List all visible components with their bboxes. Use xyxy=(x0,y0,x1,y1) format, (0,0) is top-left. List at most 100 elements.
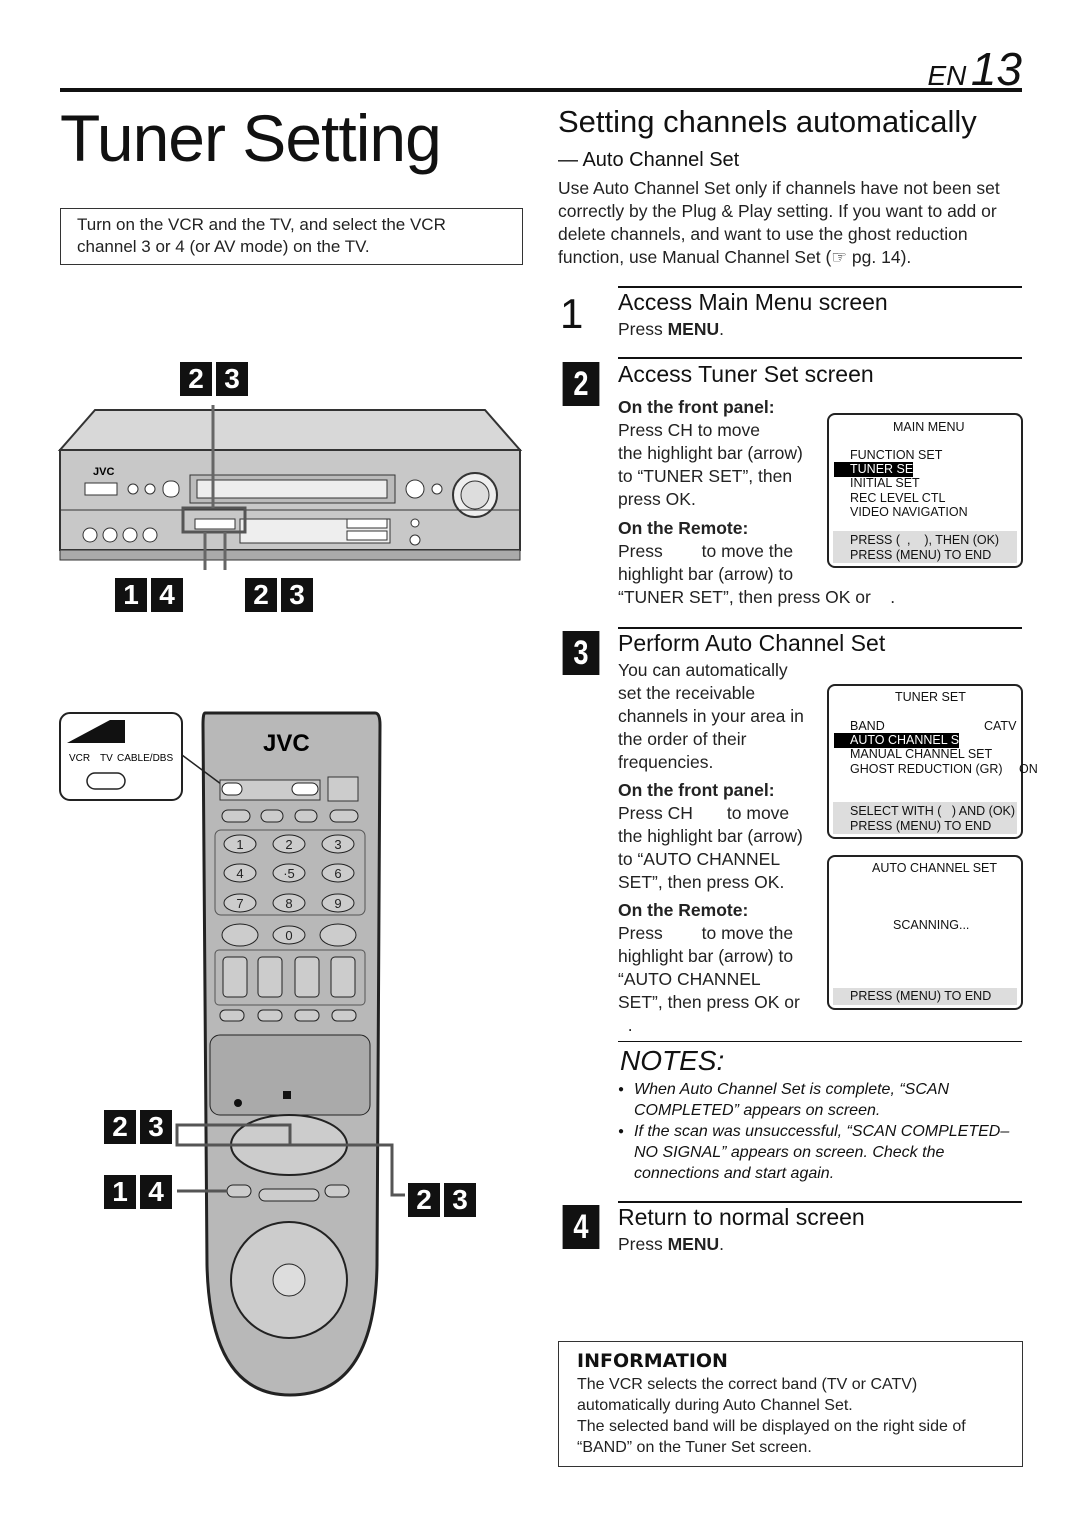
callout-label-1-4: 14 xyxy=(115,578,183,612)
step1-number: 1 xyxy=(560,290,584,337)
label-digit: 2 xyxy=(245,578,277,612)
label-digit: 4 xyxy=(140,1175,172,1209)
footer-line: PRESS (MENU) TO END xyxy=(850,818,992,833)
step2-line: Press to move the xyxy=(618,541,794,561)
step1-heading: Access Main Menu screen xyxy=(618,289,888,315)
notes-list: When Auto Channel Set is complete, “SCAN… xyxy=(618,1079,1018,1184)
menu-item: FUNCTION SET xyxy=(850,448,943,462)
step2-line: press OK. xyxy=(618,489,696,509)
remote-label: On the Remote: xyxy=(618,900,749,920)
key-9: 9 xyxy=(334,896,341,911)
key-4: 4 xyxy=(236,866,243,881)
section-paragraph: Use Auto Channel Set only if channels ha… xyxy=(558,178,1000,267)
language-code: EN xyxy=(927,60,967,91)
label-digit: 3 xyxy=(140,1110,172,1144)
vcr-brand: JVC xyxy=(93,466,114,478)
step3-heading: Perform Auto Channel Set xyxy=(618,630,886,656)
footer-line: PRESS ( , ), THEN (OK) xyxy=(850,533,1000,547)
footer-line: PRESS (MENU) TO END xyxy=(850,547,992,562)
label-digit: 4 xyxy=(151,578,183,612)
step2-line: “TUNER SET”, then press OK or . xyxy=(618,587,896,607)
information-line: The selected band will be displayed on t… xyxy=(577,1418,966,1456)
step2-rule xyxy=(618,357,1022,359)
key-1: 1 xyxy=(236,837,243,852)
step3-line: set the receivable xyxy=(618,683,756,703)
label-digit: 3 xyxy=(281,578,313,612)
step1-text: Press MENU. xyxy=(618,318,724,341)
band-label: BAND xyxy=(850,719,885,733)
step2-line: to “TUNER SET”, then xyxy=(618,466,793,486)
information-box: INFORMATION The VCR selects the correct … xyxy=(558,1341,1023,1467)
menu-item: MANUAL CHANNEL SET xyxy=(850,747,993,761)
note-item: If the scan was unsuccessful, “SCAN COMP… xyxy=(618,1121,1018,1184)
main-menu-screen: MAIN MENU FUNCTION SET TUNER SE INITIAL … xyxy=(827,413,1023,568)
step4-key: MENU xyxy=(667,1234,720,1254)
step3-line: frequencies. xyxy=(618,752,714,772)
label-digit: 1 xyxy=(115,578,147,612)
screen-title: AUTO CHANNEL SET xyxy=(872,861,998,875)
menu-item: INITIAL SET xyxy=(850,476,920,490)
page-title: Tuner Setting xyxy=(60,101,442,175)
footer-line: PRESS (MENU) TO END xyxy=(850,989,992,1003)
menu-item: VIDEO NAVIGATION xyxy=(850,505,968,519)
step3-line: Press to move the xyxy=(618,923,794,943)
intro-text: Turn on the VCR and the TV, and select t… xyxy=(77,215,446,256)
scanning-status: SCANNING... xyxy=(893,918,970,932)
step4-text-pre: Press xyxy=(618,1234,668,1254)
front-panel-label: On the front panel: xyxy=(618,397,775,417)
step2-line: the highlight bar (arrow) xyxy=(618,443,803,463)
auto-channel-set-screen: AUTO CHANNEL SET SCANNING... PRESS (MENU… xyxy=(827,855,1023,1010)
remote-illustration: VCR TV CABLE/DBS JVC 1 2 3 4 ·5 6 7 8 9 … xyxy=(59,711,405,1397)
step4-number: 4 xyxy=(562,1205,600,1249)
key-7: 7 xyxy=(236,896,243,911)
step1-text-post: . xyxy=(719,319,725,339)
label-digit: 3 xyxy=(444,1183,476,1217)
label-digit: 2 xyxy=(180,362,212,396)
intro-box: Turn on the VCR and the TV, and select t… xyxy=(60,208,523,265)
notes-title: NOTES: xyxy=(620,1045,725,1076)
step2-body: On the front panel: Press CH to move the… xyxy=(618,396,895,609)
step2-heading: Access Tuner Set screen xyxy=(618,361,874,387)
callout-label-2-3: 23 xyxy=(104,1110,172,1144)
step3-number: 3 xyxy=(562,631,600,675)
step3-line: . xyxy=(618,1015,633,1035)
key-2: 2 xyxy=(285,837,292,852)
step3-line: Press CH to move xyxy=(618,803,790,823)
notes-rule xyxy=(618,1041,1022,1042)
step2-number: 2 xyxy=(562,362,600,406)
step1-text-pre: Press xyxy=(618,319,668,339)
key-3: 3 xyxy=(334,837,341,852)
screen-title: MAIN MENU xyxy=(893,420,965,434)
switch-label-vcr: VCR xyxy=(69,753,90,764)
label-digit: 1 xyxy=(104,1175,136,1209)
screen-footer: PRESS ( , ), THEN (OK) PRESS (MENU) TO E… xyxy=(833,531,1017,563)
header-rule xyxy=(60,88,1022,92)
step3-line: the order of their xyxy=(618,729,747,749)
step3-line: to “AUTO CHANNEL xyxy=(618,849,781,869)
step3-line: “AUTO CHANNEL xyxy=(618,969,761,989)
screen-title: TUNER SET xyxy=(895,690,966,704)
key-6: 6 xyxy=(334,866,341,881)
vcr-illustration: JVC xyxy=(57,405,523,570)
step3-line: You can automatically xyxy=(618,660,788,680)
switch-label-cable: CABLE/DBS xyxy=(117,753,173,764)
menu-item: GHOST REDUCTION (GR) xyxy=(850,762,1003,776)
step2-line: highlight bar (arrow) to xyxy=(618,564,794,584)
step4-text-post: . xyxy=(719,1234,725,1254)
band-value: CATV xyxy=(984,719,1017,733)
step3-line: SET”, then press OK or xyxy=(618,992,800,1012)
key-0: 0 xyxy=(285,928,292,943)
tuner-set-screen: TUNER SET BAND CATV AUTO CHANNEL S MANUA… xyxy=(827,684,1038,839)
menu-item-highlighted: TUNER SE xyxy=(834,462,914,477)
key-8: 8 xyxy=(285,896,292,911)
information-title: INFORMATION xyxy=(577,1350,728,1372)
menu-item-highlighted: AUTO CHANNEL S xyxy=(834,733,960,748)
note-item: When Auto Channel Set is complete, “SCAN… xyxy=(618,1079,1018,1121)
section-title: Setting channels automatically xyxy=(558,104,977,139)
screen-footer: PRESS (MENU) TO END xyxy=(833,988,1017,1005)
section-subtitle: — Auto Channel Set xyxy=(558,149,740,171)
screen-footer: SELECT WITH ( ) AND (OK) PRESS (MENU) TO… xyxy=(833,802,1017,834)
step2-line: Press CH to move xyxy=(618,420,760,440)
step3-body: You can automatically set the receivable… xyxy=(618,659,828,1037)
step3-line: the highlight bar (arrow) xyxy=(618,826,803,846)
